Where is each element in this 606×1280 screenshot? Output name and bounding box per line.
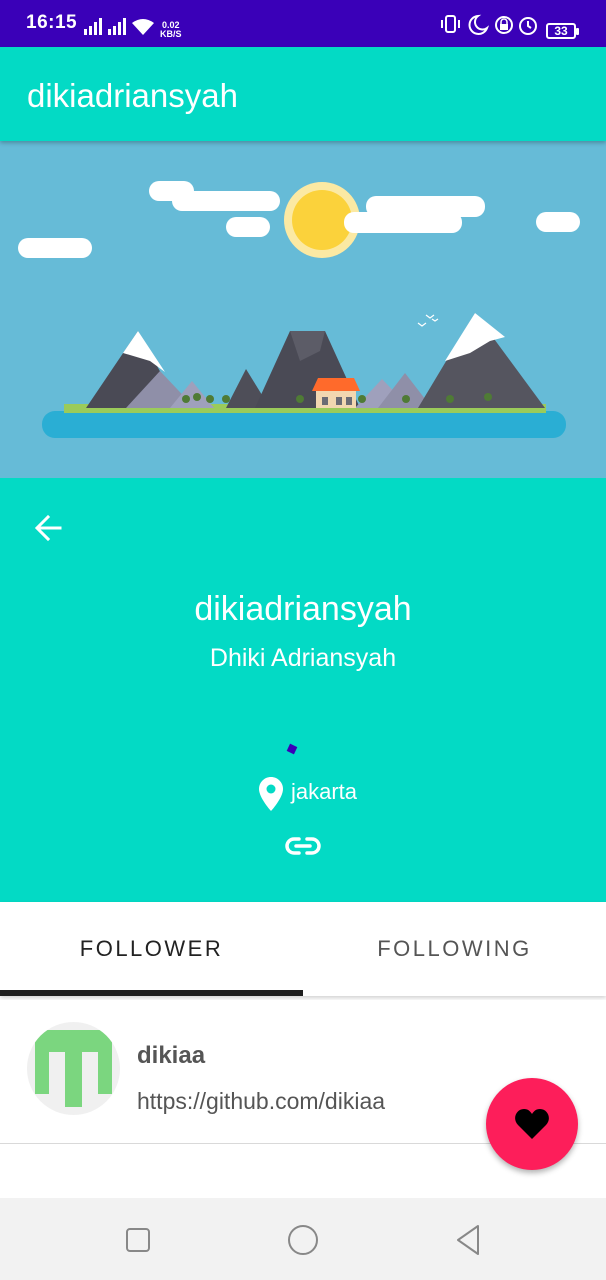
profile-username: dikiadriansyah: [194, 590, 412, 628]
signal-icon: [84, 18, 154, 35]
favorite-button[interactable]: [486, 1078, 578, 1170]
identicon-avatar: [35, 1030, 112, 1107]
status-bar: 16:15 0.02 KB/S 33: [0, 0, 606, 47]
follower-name: dikiaa: [137, 1042, 206, 1069]
tab-bar: FOLLOWER FOLLOWING: [0, 902, 606, 996]
heart-icon: [515, 1109, 549, 1139]
avatar: [27, 1022, 120, 1115]
back-nav-icon[interactable]: [450, 1222, 486, 1258]
status-time: 16:15: [26, 12, 78, 33]
vibrate-icon: [441, 15, 460, 33]
profile-full-name: Dhiki Adriansyah: [209, 644, 397, 672]
arrow-left-icon[interactable]: [28, 508, 68, 548]
progress-indicator: [286, 743, 298, 755]
tab-indicator: [0, 990, 303, 996]
location-text: jakarta: [291, 779, 358, 804]
location-pin-icon: [259, 777, 283, 811]
moon-icon: [468, 14, 490, 35]
follower-url: https://github.com/dikiaa: [137, 1088, 386, 1114]
app-bar-title: dikiadriansyah: [27, 77, 238, 114]
landscape-illustration: [18, 181, 580, 438]
system-nav-bar: [0, 1198, 606, 1280]
profile-section: dikiadriansyah Dhiki Adriansyah jakarta: [0, 478, 606, 902]
recents-icon[interactable]: [120, 1222, 156, 1258]
alarm-icon: [519, 17, 537, 35]
lock-icon: [495, 16, 513, 34]
home-icon[interactable]: [285, 1222, 321, 1258]
battery-icon: 33: [546, 23, 579, 39]
link-icon[interactable]: [285, 835, 321, 857]
app-bar: dikiadriansyah: [0, 47, 606, 141]
header-illustration: [0, 141, 606, 478]
status-icons-right: [441, 14, 537, 35]
network-speed-unit: KB/S: [160, 29, 182, 39]
tab-following[interactable]: FOLLOWING: [303, 902, 606, 996]
tab-follower[interactable]: FOLLOWER: [0, 902, 303, 996]
network-speed: 0.02 KB/S: [160, 21, 182, 39]
